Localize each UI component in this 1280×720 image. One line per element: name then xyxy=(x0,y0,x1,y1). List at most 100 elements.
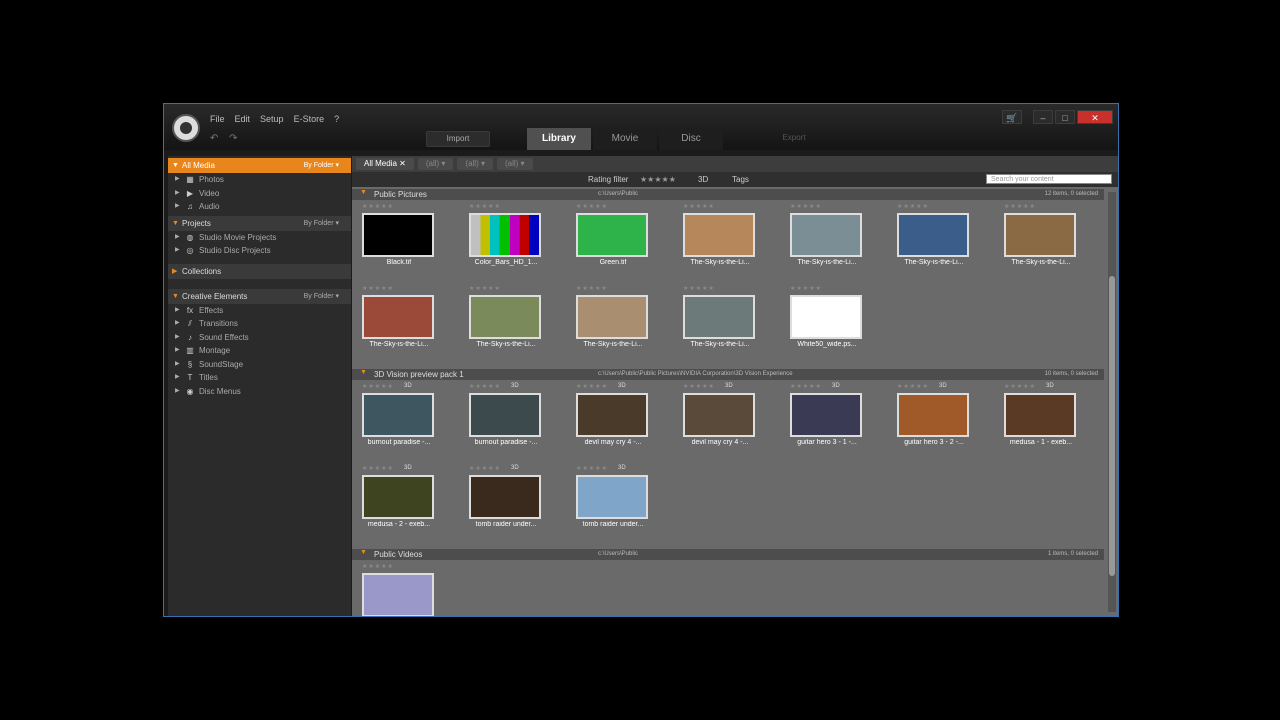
filter-dropdown[interactable]: (all) ▾ xyxy=(417,158,454,170)
sidebar-item[interactable]: ▶ ◍ Studio Movie Projects xyxy=(168,231,351,245)
expand-arrow-icon[interactable]: ▶ xyxy=(175,231,181,245)
media-thumbnail[interactable] xyxy=(790,393,862,437)
help-icon[interactable]: ? xyxy=(334,114,339,124)
undo-redo-icon[interactable]: ↶ ↷ xyxy=(210,133,242,144)
expand-arrow-icon[interactable]: ▶ xyxy=(175,385,181,399)
rating-stars[interactable]: ★★★★★ xyxy=(469,285,501,292)
tab-movie[interactable]: Movie xyxy=(593,128,657,150)
filter-dropdown[interactable]: (all) ▾ xyxy=(496,158,533,170)
all-media-header[interactable]: ▼ All Media By Folder ▾ xyxy=(168,158,351,173)
export-button[interactable]: Export xyxy=(764,131,824,145)
media-thumbnail[interactable] xyxy=(1004,393,1076,437)
folder-header[interactable]: ▼ 3D Vision preview pack 1 c:\Users\Public… xyxy=(352,369,1104,380)
cart-icon[interactable]: 🛒 xyxy=(1002,110,1022,124)
media-item[interactable]: ★★★★★ The-Sky-is-the-Li... xyxy=(681,285,759,363)
rating-stars[interactable]: ★★★★★ xyxy=(362,285,394,292)
rating-stars[interactable]: ★★★★★ xyxy=(576,383,608,390)
media-item[interactable]: ★★★★★ 3D guitar hero 3 - 1 -... xyxy=(788,383,866,461)
expand-arrow-icon[interactable]: ▶ xyxy=(175,344,181,358)
media-thumbnail[interactable] xyxy=(362,295,434,339)
rating-stars[interactable]: ★★★★★ xyxy=(640,175,676,184)
rating-stars[interactable]: ★★★★★ xyxy=(897,383,929,390)
rating-stars[interactable]: ★★★★★ xyxy=(1004,203,1036,210)
scrollbar[interactable] xyxy=(1108,192,1116,612)
minimize-button[interactable]: – xyxy=(1033,110,1053,124)
rating-stars[interactable]: ★★★★★ xyxy=(576,465,608,472)
media-thumbnail[interactable] xyxy=(576,213,648,257)
expand-arrow-icon[interactable]: ▶ xyxy=(175,173,181,187)
menu-file[interactable]: File xyxy=(210,114,225,124)
media-item[interactable]: ★★★★★ The-Sky-is-the-Li... xyxy=(895,203,973,281)
media-thumbnail[interactable] xyxy=(897,213,969,257)
collapse-icon[interactable]: ▼ xyxy=(360,369,367,376)
tags-label[interactable]: Tags xyxy=(732,175,749,184)
media-thumbnail[interactable] xyxy=(469,393,541,437)
media-item[interactable]: ★★★★★ The-Sky-is-the-Li... xyxy=(574,285,652,363)
media-item[interactable]: ★★★★★ 3D burnout paradise -... xyxy=(467,383,545,461)
media-thumbnail[interactable] xyxy=(576,475,648,519)
rating-stars[interactable]: ★★★★★ xyxy=(362,383,394,390)
media-thumbnail[interactable] xyxy=(790,213,862,257)
media-thumbnail[interactable] xyxy=(683,213,755,257)
app-logo-icon[interactable] xyxy=(172,114,200,142)
media-item[interactable]: ★★★★★ 3D tomb raider under... xyxy=(467,465,545,543)
rating-stars[interactable]: ★★★★★ xyxy=(362,563,394,570)
rating-stars[interactable]: ★★★★★ xyxy=(362,465,394,472)
media-item[interactable]: ★★★★★ 3D tomb raider under... xyxy=(574,465,652,543)
maximize-button[interactable]: □ xyxy=(1055,110,1075,124)
media-item[interactable]: ★★★★★ The-Sky-is-the-Li... xyxy=(360,285,438,363)
menu-setup[interactable]: Setup xyxy=(260,114,284,124)
rating-stars[interactable]: ★★★★★ xyxy=(1004,383,1036,390)
sidebar-item[interactable]: ▶ § SoundStage xyxy=(168,358,351,372)
media-thumbnail[interactable] xyxy=(362,475,434,519)
expand-arrow-icon[interactable]: ▶ xyxy=(175,317,181,331)
media-thumbnail[interactable] xyxy=(683,295,755,339)
import-button[interactable]: Import xyxy=(426,131,490,147)
sidebar-item[interactable]: ▶ fx Effects xyxy=(168,304,351,318)
sidebar-item[interactable]: ▶ ▥ Montage xyxy=(168,344,351,358)
sidebar-item[interactable]: ▶ ◎ Studio Disc Projects xyxy=(168,244,351,258)
all-media-filter-tab[interactable]: All Media ✕ xyxy=(356,158,414,170)
projects-header[interactable]: ▼ Projects By Folder ▾ xyxy=(168,215,351,231)
media-item[interactable]: ★★★★★ xyxy=(360,563,438,616)
sort-dropdown[interactable]: By Folder ▾ xyxy=(304,216,339,231)
media-item[interactable]: ★★★★★ The-Sky-is-the-Li... xyxy=(1002,203,1080,281)
filter-dropdown[interactable]: (all) ▾ xyxy=(457,158,493,170)
media-item[interactable]: ★★★★★ Black.tif xyxy=(360,203,438,281)
media-item[interactable]: ★★★★★ Green.tif xyxy=(574,203,652,281)
media-thumbnail[interactable] xyxy=(790,295,862,339)
rating-stars[interactable]: ★★★★★ xyxy=(683,383,715,390)
expand-arrow-icon[interactable]: ▶ xyxy=(175,304,181,318)
media-thumbnail[interactable] xyxy=(576,295,648,339)
media-item[interactable]: ★★★★★ 3D guitar hero 3 - 2 -... xyxy=(895,383,973,461)
collections-header[interactable]: ▶ Collections xyxy=(168,263,351,279)
expand-arrow-icon[interactable]: ▶ xyxy=(175,371,181,385)
expand-arrow-icon[interactable]: ▶ xyxy=(175,331,181,345)
media-thumbnail[interactable] xyxy=(469,295,541,339)
media-item[interactable]: ★★★★★ 3D burnout paradise -... xyxy=(360,383,438,461)
sidebar-item[interactable]: ▶ ♪ Sound Effects xyxy=(168,331,351,345)
sort-dropdown[interactable]: By Folder ▾ xyxy=(304,158,339,173)
close-button[interactable]: ✕ xyxy=(1077,110,1113,124)
expand-arrow-icon[interactable]: ▶ xyxy=(175,187,181,201)
folder-header[interactable]: ▼ Public Videos c:\Users\Public 1 items, 0 … xyxy=(352,549,1104,560)
media-thumbnail[interactable] xyxy=(362,393,434,437)
media-thumbnail[interactable] xyxy=(576,393,648,437)
3d-filter-toggle[interactable]: 3D xyxy=(698,175,708,184)
search-input[interactable]: Search your content xyxy=(986,174,1112,184)
folder-header[interactable]: ▼ Public Pictures c:\Users\Public 12 items,… xyxy=(352,189,1104,200)
scrollbar-thumb[interactable] xyxy=(1109,276,1115,576)
expand-arrow-icon[interactable]: ▶ xyxy=(175,200,181,214)
expand-arrow-icon[interactable]: ▶ xyxy=(175,358,181,372)
media-item[interactable]: ★★★★★ 3D medusa - 2 - exeb... xyxy=(360,465,438,543)
rating-stars[interactable]: ★★★★★ xyxy=(683,203,715,210)
rating-stars[interactable]: ★★★★★ xyxy=(576,203,608,210)
media-item[interactable]: ★★★★★ 3D medusa - 1 - exeb... xyxy=(1002,383,1080,461)
menu-edit[interactable]: Edit xyxy=(235,114,251,124)
media-item[interactable]: ★★★★★ 3D devil may cry 4 -... xyxy=(574,383,652,461)
media-item[interactable]: ★★★★★ Color_Bars_HD_1... xyxy=(467,203,545,281)
media-thumbnail[interactable] xyxy=(469,213,541,257)
media-thumbnail[interactable] xyxy=(683,393,755,437)
expand-arrow-icon[interactable]: ▶ xyxy=(175,244,181,258)
media-item[interactable]: ★★★★★ 3D devil may cry 4 -... xyxy=(681,383,759,461)
